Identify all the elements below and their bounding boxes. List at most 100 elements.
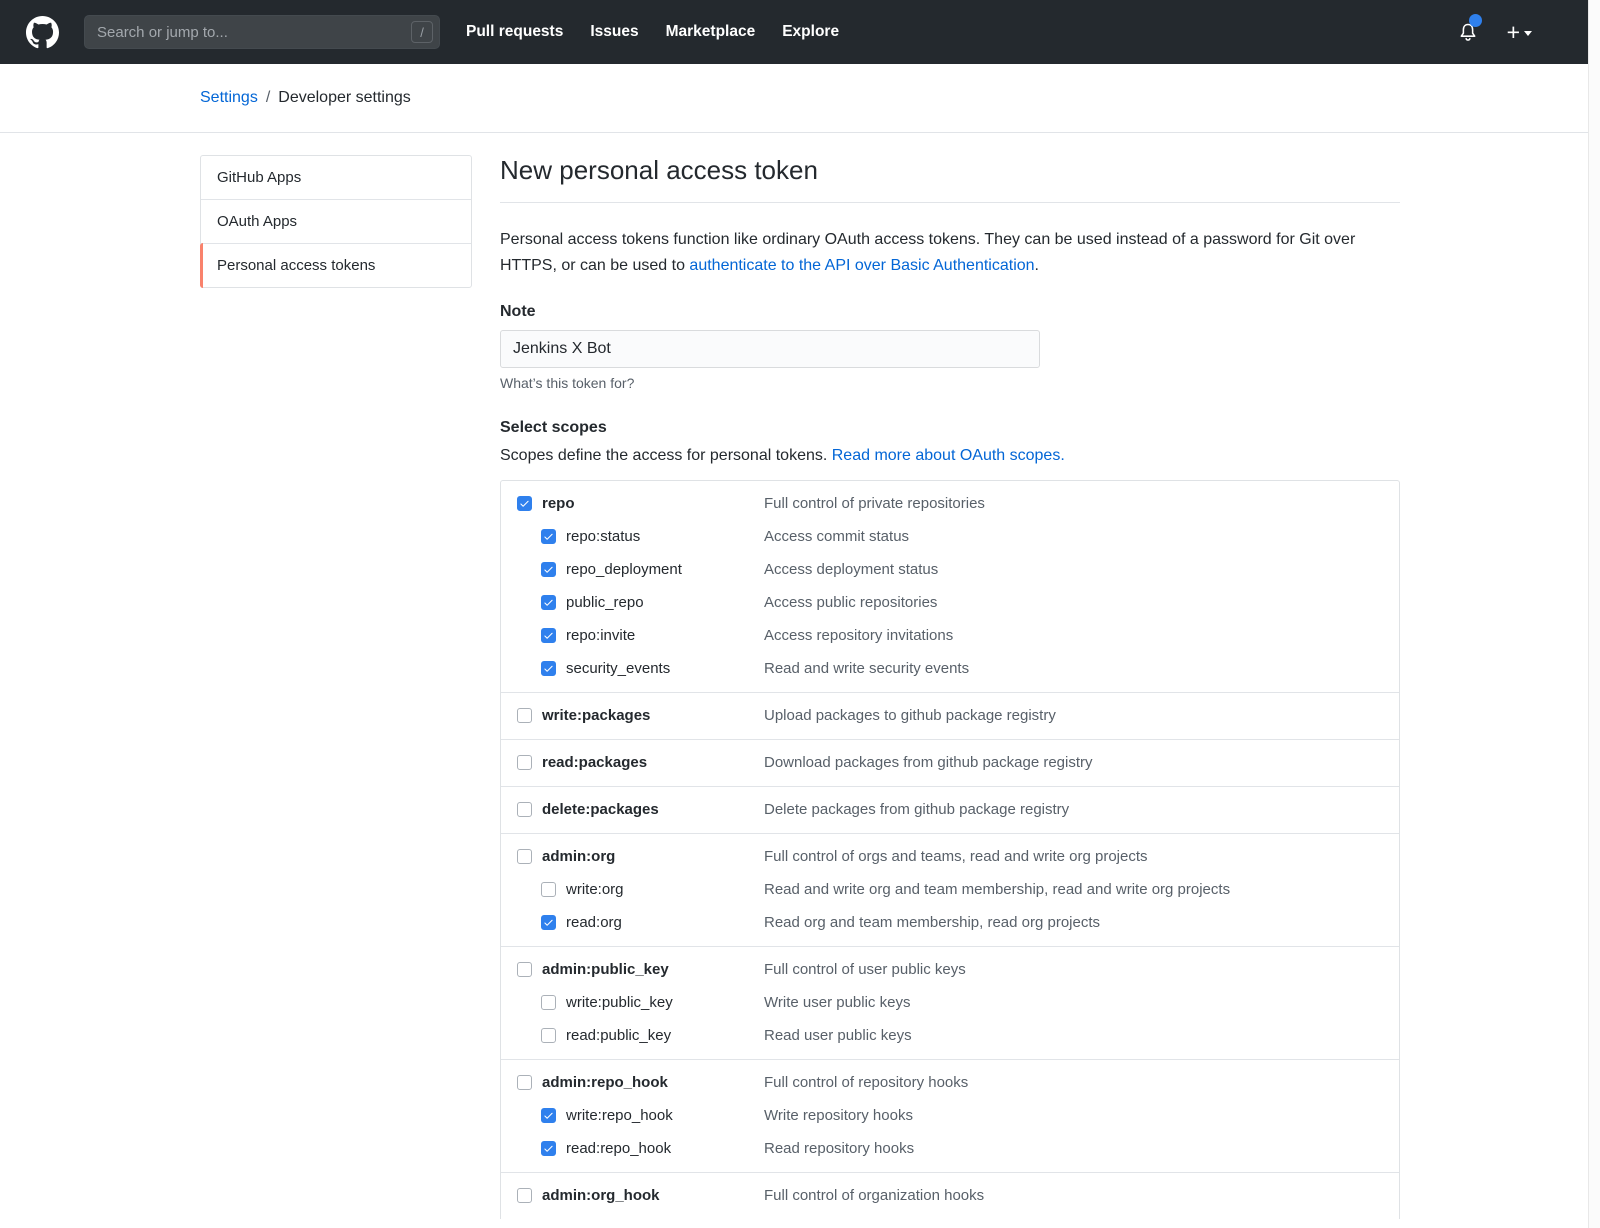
scope-checkbox-admin:org[interactable] (517, 849, 532, 864)
scope-description: Delete packages from github package regi… (764, 801, 1069, 818)
plus-icon: + (1507, 21, 1520, 44)
scope-checkbox-write:public_key[interactable] (541, 995, 556, 1010)
header-right-controls: + (1457, 21, 1532, 44)
github-logo-icon[interactable] (22, 12, 62, 52)
scope-description: Read user public keys (764, 1027, 912, 1044)
scope-checkbox-repo_deployment[interactable] (541, 562, 556, 577)
scope-description: Write user public keys (764, 994, 910, 1011)
scope-description: Read and write org and team membership, … (764, 881, 1230, 898)
scope-checkbox-write:packages[interactable] (517, 708, 532, 723)
scope-label-read:packages[interactable]: read:packages (542, 754, 647, 771)
scope-label-admin:repo_hook[interactable]: admin:repo_hook (542, 1074, 668, 1091)
scope-label-read:org[interactable]: read:org (566, 914, 622, 931)
nav-explore[interactable]: Explore (782, 23, 839, 41)
scope-label-read:repo_hook[interactable]: read:repo_hook (566, 1140, 671, 1157)
scope-checkbox-delete:packages[interactable] (517, 802, 532, 817)
scope-label-write:packages[interactable]: write:packages (542, 707, 650, 724)
nav-marketplace[interactable]: Marketplace (666, 23, 756, 41)
scope-checkbox-security_events[interactable] (541, 661, 556, 676)
scope-checkbox-repo:status[interactable] (541, 529, 556, 544)
scope-label-delete:packages[interactable]: delete:packages (542, 801, 659, 818)
create-new-menu[interactable]: + (1507, 21, 1532, 44)
breadcrumb-bar: Settings / Developer settings (0, 64, 1600, 133)
scope-label-security_events[interactable]: security_events (566, 660, 670, 677)
note-label: Note (500, 303, 1400, 321)
scope-row-delete:packages: delete:packages Delete packages from gith… (501, 793, 1399, 826)
scope-row-admin:public_key: admin:public_keyFull control of user pub… (501, 953, 1399, 986)
scope-row-admin:repo_hook: admin:repo_hook Full control of repositor… (501, 1066, 1399, 1099)
scope-label-write:org[interactable]: write:org (566, 881, 624, 898)
scope-row-admin:org_hook: admin:org_hook Full control of organizati… (501, 1179, 1399, 1212)
scope-label-public_repo[interactable]: public_repo (566, 594, 644, 611)
scope-checkbox-public_repo[interactable] (541, 595, 556, 610)
breadcrumb-current: Developer settings (278, 89, 411, 107)
scope-checkbox-read:org[interactable] (541, 915, 556, 930)
intro-paragraph: Personal access tokens function like ord… (500, 227, 1400, 279)
scope-description: Access repository invitations (764, 627, 953, 644)
main-content: New personal access token Personal acces… (500, 133, 1400, 1219)
scope-label-admin:org_hook[interactable]: admin:org_hook (542, 1187, 660, 1204)
scope-checkbox-admin:org_hook[interactable] (517, 1188, 532, 1203)
header-nav: Pull requests Issues Marketplace Explore (466, 23, 839, 41)
scope-description: Access commit status (764, 528, 909, 545)
scope-checkbox-write:repo_hook[interactable] (541, 1108, 556, 1123)
scope-row-read:public_key: read:public_key Read user public keys (501, 1019, 1399, 1052)
scope-checkbox-read:public_key[interactable] (541, 1028, 556, 1043)
scope-row-read:repo_hook: read:repo_hookRead repository hooks (501, 1132, 1399, 1165)
sidebar-item-github-apps[interactable]: GitHub Apps (201, 156, 471, 199)
token-note-input[interactable] (500, 330, 1040, 368)
scope-label-repo:invite[interactable]: repo:invite (566, 627, 635, 644)
scope-description: Full control of repository hooks (764, 1074, 968, 1091)
scope-label-repo[interactable]: repo (542, 495, 575, 512)
scope-description: Write repository hooks (764, 1107, 913, 1124)
oauth-scopes-link[interactable]: Read more about OAuth scopes. (832, 447, 1065, 464)
scope-description: Upload packages to github package regist… (764, 707, 1056, 724)
developer-settings-sidebar: GitHub Apps OAuth Apps Personal access t… (200, 155, 472, 288)
scope-checkbox-read:repo_hook[interactable] (541, 1141, 556, 1156)
scopes-description-text: Scopes define the access for personal to… (500, 447, 832, 464)
scope-group: admin:orgFull control of orgs and teams,… (501, 833, 1399, 946)
scope-label-admin:public_key[interactable]: admin:public_key (542, 961, 669, 978)
slash-key-hint: / (411, 21, 433, 43)
scope-checkbox-admin:repo_hook[interactable] (517, 1075, 532, 1090)
scope-checkbox-admin:public_key[interactable] (517, 962, 532, 977)
page-scrollbar[interactable] (1588, 0, 1600, 1228)
scope-box: repoFull control of private repositories… (500, 480, 1400, 1219)
scope-row-write:repo_hook: write:repo_hook Write repository hooks (501, 1099, 1399, 1132)
scope-row-write:packages: write:packages Upload packages to github … (501, 699, 1399, 732)
scope-description: Access public repositories (764, 594, 937, 611)
nav-pull-requests[interactable]: Pull requests (466, 23, 563, 41)
scope-label-write:public_key[interactable]: write:public_key (566, 994, 673, 1011)
scopes-description: Scopes define the access for personal to… (500, 447, 1400, 465)
scope-row-repo_deployment: repo_deploymentAccess deployment status (501, 553, 1399, 586)
basic-auth-link[interactable]: authenticate to the API over Basic Authe… (689, 257, 1034, 274)
scope-label-admin:org[interactable]: admin:org (542, 848, 615, 865)
scope-group: read:packagesDownload packages from gith… (501, 739, 1399, 786)
sidebar-item-personal-access-tokens[interactable]: Personal access tokens (201, 243, 471, 287)
scope-label-write:repo_hook[interactable]: write:repo_hook (566, 1107, 673, 1124)
scope-checkbox-write:org[interactable] (541, 882, 556, 897)
scope-checkbox-repo:invite[interactable] (541, 628, 556, 643)
scope-label-read:public_key[interactable]: read:public_key (566, 1027, 671, 1044)
intro-period: . (1035, 257, 1039, 274)
scope-label-repo:status[interactable]: repo:status (566, 528, 640, 545)
scope-group: write:packages Upload packages to github … (501, 692, 1399, 739)
scope-checkbox-read:packages[interactable] (517, 755, 532, 770)
breadcrumb-settings-link[interactable]: Settings (200, 89, 258, 107)
scope-group: admin:org_hook Full control of organizati… (501, 1172, 1399, 1219)
nav-issues[interactable]: Issues (590, 23, 638, 41)
breadcrumb: Settings / Developer settings (200, 89, 1400, 107)
scope-label-repo_deployment[interactable]: repo_deployment (566, 561, 682, 578)
sidebar-item-oauth-apps[interactable]: OAuth Apps (201, 199, 471, 243)
page-title: New personal access token (500, 155, 1400, 203)
notifications-bell-icon[interactable] (1457, 21, 1479, 43)
scope-group: admin:public_keyFull control of user pub… (501, 946, 1399, 1059)
scope-description: Full control of organization hooks (764, 1187, 984, 1204)
scope-description: Read and write security events (764, 660, 969, 677)
scope-group: repoFull control of private repositories… (501, 481, 1399, 692)
search-input[interactable] (84, 15, 440, 49)
scope-group: delete:packages Delete packages from gith… (501, 786, 1399, 833)
unread-notification-dot (1469, 14, 1482, 27)
scope-row-admin:org: admin:orgFull control of orgs and teams,… (501, 840, 1399, 873)
scope-checkbox-repo[interactable] (517, 496, 532, 511)
